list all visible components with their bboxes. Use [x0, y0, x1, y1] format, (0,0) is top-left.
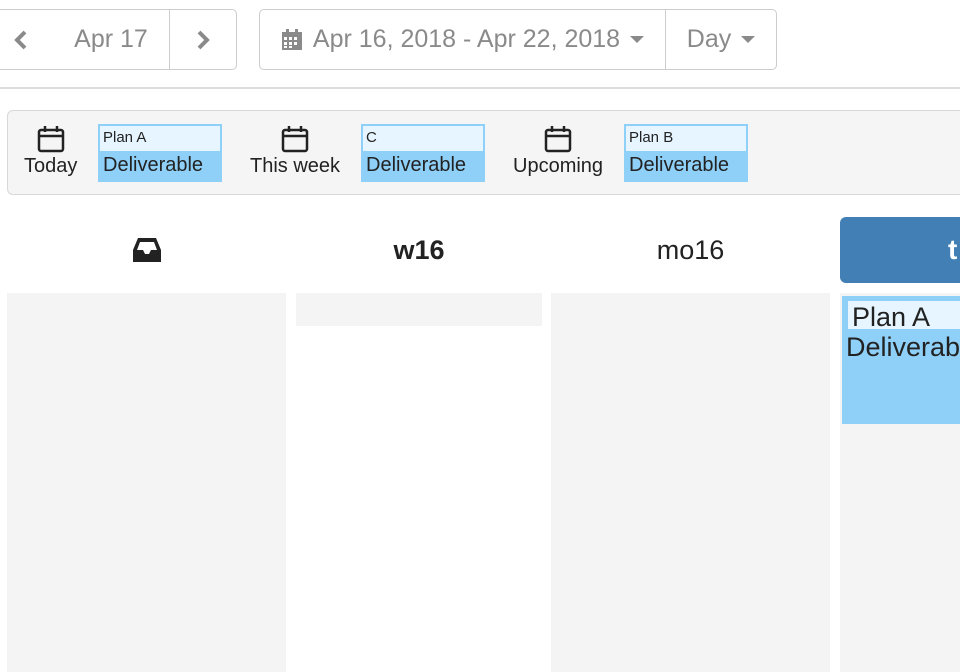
next-day-button[interactable] [169, 9, 237, 70]
monday-column-header[interactable]: mo16 [551, 226, 830, 274]
header-divider [0, 87, 960, 89]
filter-today[interactable]: Today [24, 125, 77, 178]
filter-this-week-card[interactable]: C Deliverable [361, 124, 485, 182]
today-column-header[interactable]: t [840, 217, 960, 283]
filter-this-week-label: This week [250, 155, 341, 177]
inbox-icon [132, 238, 161, 262]
filter-today-label: Today [24, 155, 78, 177]
current-day-button[interactable]: Apr 17 [53, 9, 170, 70]
calendar-icon [281, 28, 302, 50]
view-select-button[interactable]: Day [665, 9, 777, 70]
chevron-left-icon [14, 30, 27, 49]
chevron-down-icon [741, 36, 756, 43]
week-label: w16 [393, 234, 445, 265]
view-label: Day [686, 25, 732, 53]
card-plan: Plan A [100, 126, 220, 151]
chevron-down-icon [630, 36, 645, 43]
filter-this-week[interactable]: This week [250, 125, 340, 178]
filter-upcoming-label: Upcoming [513, 155, 604, 177]
filter-upcoming[interactable]: Upcoming [513, 125, 603, 178]
card-plan: C [363, 126, 483, 151]
card-plan: Plan A [846, 299, 960, 332]
week-column-strip[interactable] [296, 293, 542, 326]
inbox-column-header[interactable] [7, 226, 286, 274]
prev-day-button[interactable] [0, 9, 54, 70]
calendar-icon [544, 126, 572, 153]
monday-column[interactable] [551, 293, 830, 672]
current-day-label: Apr 17 [74, 25, 148, 53]
card-type: Deliverable [363, 151, 483, 180]
filter-today-card[interactable]: Plan A Deliverable [98, 124, 222, 182]
card-type: Deliverable [100, 151, 220, 180]
week-column-header[interactable]: w16 [296, 226, 542, 274]
filter-bar: Today Plan A Deliverable This week C Del… [7, 110, 960, 195]
chevron-right-icon [197, 30, 210, 49]
calendar-icon [281, 126, 309, 153]
monday-label: mo16 [656, 234, 725, 265]
filter-upcoming-card[interactable]: Plan B Deliverable [624, 124, 748, 182]
date-range-button[interactable]: Apr 16, 2018 - Apr 22, 2018 [259, 9, 666, 70]
today-label: t [948, 234, 958, 265]
card-type: Deliverable [846, 332, 960, 362]
inbox-column[interactable] [7, 293, 286, 672]
calendar-icon [37, 126, 64, 153]
date-range-label: Apr 16, 2018 - Apr 22, 2018 [312, 25, 621, 53]
card-type: Deliverable [626, 151, 746, 180]
card-plan: Plan B [626, 126, 746, 151]
today-task-card[interactable]: Plan A Deliverable [842, 296, 960, 424]
